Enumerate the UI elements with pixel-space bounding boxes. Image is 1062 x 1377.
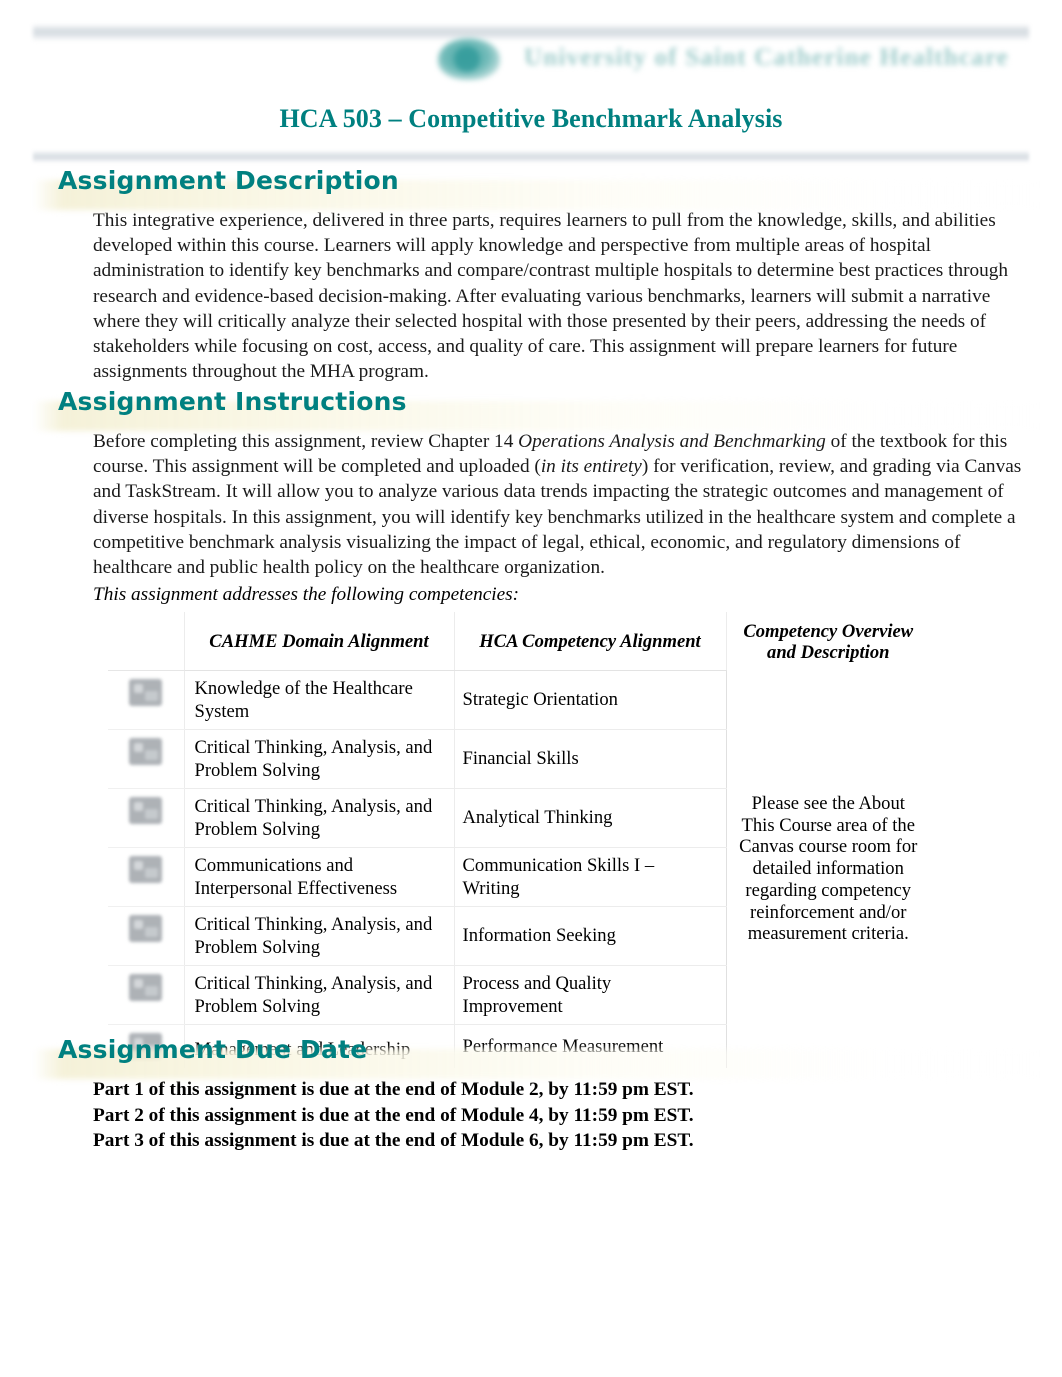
overview-header-line-2: and Description	[767, 642, 890, 664]
cahme-domain-cell: Knowledge of the Healthcare System	[184, 670, 455, 730]
hca-competency-cell: Process and Quality Improvement	[454, 965, 727, 1025]
column-header-hca-competency-alignment: HCA Competency Alignment	[454, 612, 727, 671]
column-header-competency-overview: Competency Overview and Description	[726, 612, 930, 671]
assignment-due-date-heading-wrap: Assignment Due Date	[0, 1035, 1062, 1079]
row-icon-cell	[108, 670, 185, 730]
cahme-domain-cell: Critical Thinking, Analysis, and Problem…	[184, 788, 455, 848]
assignment-description-text: This integrative experience, delivered i…	[93, 210, 1009, 383]
hca-competency-cell: Strategic Orientation	[454, 670, 727, 730]
section-assignment-due-date: Assignment Due Date Part 1 of this assig…	[0, 1035, 1062, 1154]
instructions-italic-in-its-entirety: in its entirety	[540, 456, 642, 478]
competency-table-wrap: CAHME Domain Alignment HCA Competency Al…	[108, 612, 930, 1068]
row-icon-cell	[108, 729, 185, 789]
table-row: Knowledge of the Healthcare System Strat…	[108, 670, 930, 944]
section-assignment-instructions: Assignment Instructions Before completin…	[0, 387, 1062, 580]
title-underline-rule	[33, 150, 1029, 163]
hca-competency-cell: Financial Skills	[454, 729, 727, 789]
column-header-icon	[108, 612, 185, 671]
competency-table-body: Knowledge of the Healthcare System Strat…	[108, 670, 930, 1068]
section-assignment-description: Assignment Description This integrative …	[0, 166, 1062, 384]
logo-mark-icon	[432, 36, 510, 80]
competency-table-head: CAHME Domain Alignment HCA Competency Al…	[108, 612, 930, 671]
cahme-domain-cell: Communications and Interpersonal Effecti…	[184, 847, 455, 907]
row-icon-cell	[108, 906, 185, 966]
instructions-part-1: Before completing this assignment, revie…	[93, 431, 519, 452]
row-icon-cell	[108, 965, 185, 1025]
row-icon-cell	[108, 788, 185, 848]
broken-image-icon	[129, 797, 163, 824]
institution-logo: University of Saint Catherine Healthcare	[432, 34, 1032, 82]
broken-image-icon	[129, 974, 163, 1001]
due-date-line: Part 1 of this assignment is due at the …	[93, 1079, 694, 1100]
page-title: HCA 503 – Competitive Benchmark Analysis	[279, 104, 783, 133]
cahme-domain-cell: Critical Thinking, Analysis, and Problem…	[184, 906, 455, 966]
broken-image-icon	[129, 738, 163, 765]
broken-image-icon	[129, 856, 163, 883]
broken-image-icon	[129, 679, 163, 706]
instructions-italic-textbook-chapter: Operations Analysis and Benchmarking	[518, 431, 826, 452]
table-header-row: CAHME Domain Alignment HCA Competency Al…	[108, 612, 930, 671]
hca-competency-cell: Information Seeking	[454, 906, 727, 966]
hca-competency-cell: Communication Skills I – Writing	[454, 847, 727, 907]
broken-image-icon	[129, 915, 163, 942]
competency-intro-text: This assignment addresses the following …	[93, 584, 520, 605]
logo-wordmark: University of Saint Catherine Healthcare	[524, 44, 1009, 71]
row-icon-cell	[108, 847, 185, 907]
cahme-domain-cell: Critical Thinking, Analysis, and Problem…	[184, 965, 455, 1025]
assignment-due-date-heading: Assignment Due Date	[58, 1035, 368, 1064]
overview-header-line-1: Competency Overview	[743, 621, 914, 643]
assignment-instructions-text: Before completing this assignment, revie…	[0, 429, 1062, 580]
assignment-instructions-heading: Assignment Instructions	[58, 387, 407, 416]
document-page: University of Saint Catherine Healthcare…	[0, 0, 1062, 1377]
competency-table: CAHME Domain Alignment HCA Competency Al…	[108, 612, 930, 1068]
due-date-line: Part 2 of this assignment is due at the …	[93, 1104, 694, 1126]
due-date-list: Part 1 of this assignment is due at the …	[0, 1077, 1062, 1154]
assignment-instructions-heading-wrap: Assignment Instructions	[0, 387, 1062, 431]
column-header-cahme-domain-alignment: CAHME Domain Alignment	[184, 612, 455, 671]
competency-overview-cell: Please see the About This Course area of…	[739, 792, 918, 945]
hca-competency-cell: Analytical Thinking	[454, 788, 727, 848]
assignment-description-heading-wrap: Assignment Description	[0, 166, 1062, 210]
assignment-description-heading: Assignment Description	[58, 166, 399, 195]
due-date-line: Part 3 of this assignment is due at the …	[93, 1130, 694, 1151]
competency-intro-wrap: This assignment addresses the following …	[0, 582, 1062, 607]
cahme-domain-cell: Critical Thinking, Analysis, and Problem…	[184, 729, 455, 789]
